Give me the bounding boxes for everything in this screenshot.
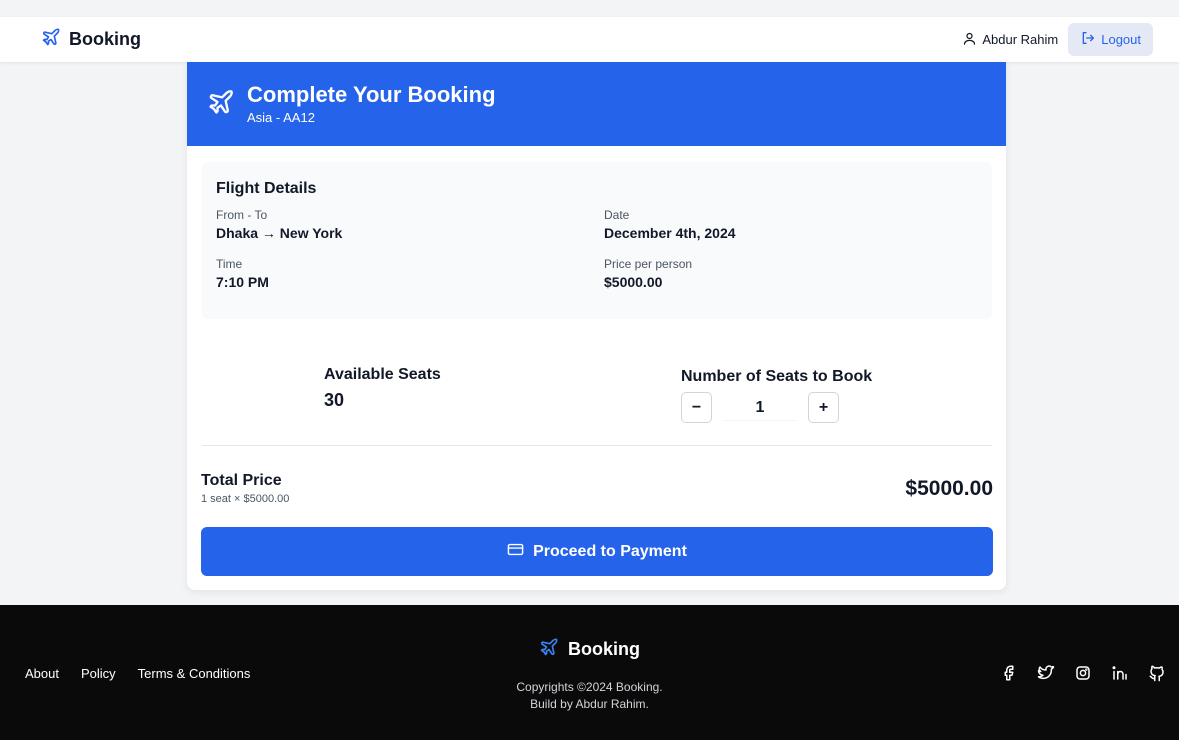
total-info: Total Price 1 seat × $5000.00: [201, 472, 289, 505]
flight-details: Flight Details From - To Dhaka → New Yor…: [202, 162, 992, 319]
total-section: Total Price 1 seat × $5000.00 $5000.00: [201, 472, 993, 505]
from-to-value: Dhaka → New York: [216, 225, 343, 241]
user-name: Abdur Rahim: [982, 32, 1059, 47]
brand-name: Booking: [69, 29, 141, 49]
decrement-button[interactable]: −: [681, 392, 712, 423]
proceed-label: Proceed to Payment: [533, 542, 687, 560]
credit-card-icon: [507, 541, 524, 563]
date-value: December 4th, 2024: [604, 225, 736, 241]
seats-section: Available Seats 30 Number of Seats to Bo…: [202, 362, 992, 446]
available-seats-label: Available Seats: [324, 366, 441, 383]
navbar: Booking Abdur Rahim Logout: [0, 17, 1179, 62]
page-title: Complete Your Booking: [247, 81, 496, 107]
user-icon: [962, 31, 977, 49]
total-breakdown: 1 seat × $5000.00: [201, 493, 290, 505]
top-gap: [0, 0, 1179, 17]
from-to-field: From - To Dhaka → New York: [216, 208, 604, 241]
plane-icon: [207, 88, 235, 121]
github-icon[interactable]: [1148, 664, 1166, 687]
price-value: $5000.00: [604, 274, 663, 290]
booking-card: Complete Your Booking Asia - AA12 Flight…: [187, 62, 1006, 590]
flight-code: Asia - AA12: [247, 110, 315, 126]
flight-details-grid: From - To Dhaka → New York Date December…: [216, 208, 978, 290]
time-value: 7:10 PM: [216, 274, 269, 290]
credit-text: Build by Abdur Rahim.: [530, 697, 649, 712]
footer-brand[interactable]: Booking: [539, 637, 640, 662]
logout-icon: [1080, 30, 1096, 49]
brand-logo[interactable]: Booking: [41, 27, 141, 52]
seat-count-input[interactable]: 1: [724, 394, 796, 421]
nav-right: Abdur Rahim Logout: [962, 23, 1153, 56]
booking-header-text: Complete Your Booking Asia - AA12: [247, 81, 496, 126]
footer: About Policy Terms & Conditions Booking …: [0, 605, 1179, 740]
user-info: Abdur Rahim: [962, 31, 1058, 49]
plane-icon: [41, 27, 61, 52]
proceed-to-payment-button[interactable]: Proceed to Payment: [201, 527, 993, 576]
available-seats-value: 30: [324, 390, 345, 410]
flight-details-heading: Flight Details: [216, 180, 317, 197]
seat-selector: Number of Seats to Book − 1 +: [681, 368, 872, 423]
total-label: Total Price: [201, 472, 282, 489]
from-to-label: From - To: [216, 208, 268, 222]
booking-header: Complete Your Booking Asia - AA12: [187, 62, 1006, 146]
increment-button[interactable]: +: [808, 392, 839, 423]
available-seats: Available Seats 30: [324, 366, 441, 411]
plane-icon: [539, 637, 559, 662]
price-label: Price per person: [604, 257, 693, 271]
instagram-icon[interactable]: [1074, 664, 1092, 687]
seat-selector-label: Number of Seats to Book: [681, 368, 873, 385]
linkedin-icon[interactable]: [1111, 664, 1129, 687]
logout-label: Logout: [1101, 32, 1141, 47]
facebook-icon[interactable]: [1000, 664, 1018, 687]
date-field: Date December 4th, 2024: [604, 208, 978, 241]
twitter-icon[interactable]: [1037, 664, 1055, 687]
quantity-stepper: − 1 +: [681, 392, 872, 423]
total-amount: $5000.00: [905, 476, 993, 500]
logout-button[interactable]: Logout: [1068, 23, 1153, 56]
price-field: Price per person $5000.00: [604, 257, 978, 290]
time-label: Time: [216, 257, 243, 271]
social-links: [1000, 664, 1166, 687]
date-label: Date: [604, 208, 630, 222]
footer-brand-name: Booking: [568, 639, 640, 659]
time-field: Time 7:10 PM: [216, 257, 604, 290]
